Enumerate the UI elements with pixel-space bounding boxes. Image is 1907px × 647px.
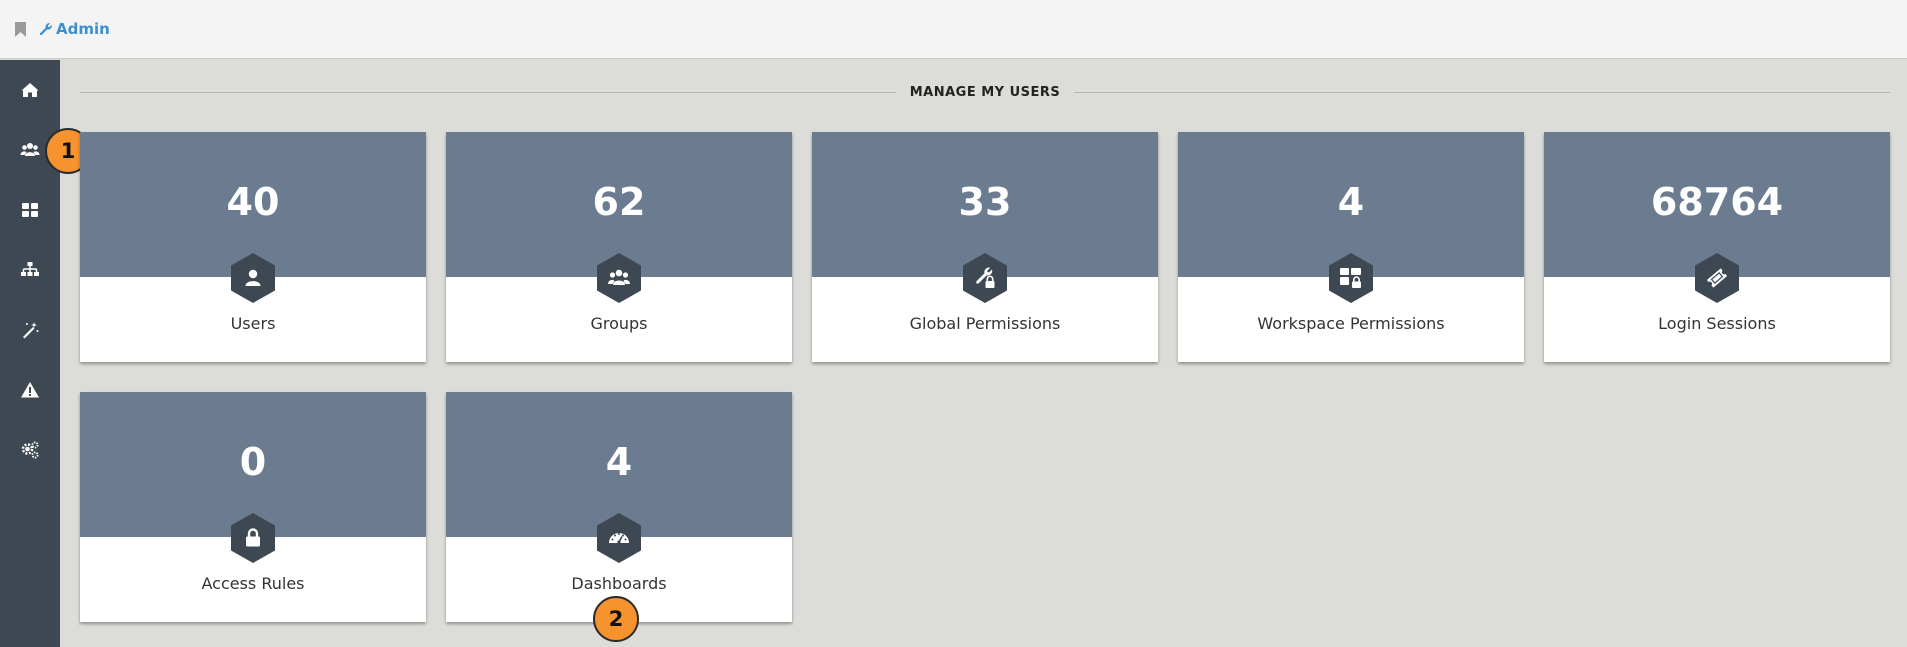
card-count: 4	[1337, 180, 1365, 224]
wrench-icon	[39, 23, 52, 36]
card-label: Groups	[590, 314, 648, 333]
card-count: 68764	[1650, 180, 1784, 224]
card-label: Access Rules	[201, 574, 305, 593]
grid-lock-icon	[1340, 268, 1361, 288]
ticket-icon	[1706, 268, 1728, 288]
breadcrumb-admin[interactable]: Admin	[39, 20, 110, 38]
sitemap-icon	[21, 262, 39, 276]
card-count: 0	[239, 440, 267, 484]
section-header: MANAGE MY USERS	[80, 80, 1891, 104]
users-icon	[20, 143, 40, 156]
card-label: Workspace Permissions	[1257, 314, 1445, 333]
card-icon-badge	[229, 252, 277, 304]
card-icon-badge	[1693, 252, 1741, 304]
cogs-icon	[21, 441, 39, 459]
warning-icon	[21, 382, 39, 398]
divider-right	[1074, 91, 1891, 93]
sidebar-item-dashboards[interactable]	[0, 190, 60, 230]
lock-icon	[246, 528, 260, 547]
card-label: Global Permissions	[909, 314, 1061, 333]
sidebar-item-hierarchy[interactable]	[0, 250, 60, 290]
card-icon-badge	[1327, 252, 1375, 304]
dashboard-icon	[609, 533, 629, 544]
card-count: 62	[592, 180, 646, 224]
sidebar-item-settings[interactable]	[0, 430, 60, 470]
home-icon	[21, 83, 39, 97]
card-icon-badge	[961, 252, 1009, 304]
user-icon	[245, 269, 261, 286]
grid-icon	[22, 203, 38, 217]
card-dashboards[interactable]: 4 Dashboards	[446, 392, 792, 622]
card-count: 33	[958, 180, 1012, 224]
callout-marker-2: 2	[593, 596, 639, 642]
card-icon-badge	[595, 252, 643, 304]
card-icon-badge	[595, 512, 643, 564]
card-label: Login Sessions	[1658, 314, 1776, 333]
card-count: 40	[226, 180, 280, 224]
card-workspace-permissions[interactable]: 4 Workspace Permissions	[1178, 132, 1524, 362]
top-bar: Admin	[0, 0, 1907, 59]
sidebar-item-home[interactable]	[0, 70, 60, 110]
bookmark-icon[interactable]	[14, 22, 26, 37]
breadcrumb-label: Admin	[56, 20, 110, 38]
card-users[interactable]: 40 Users	[80, 132, 426, 362]
card-access-rules[interactable]: 0 Access Rules	[80, 392, 426, 622]
sidebar-item-wizard[interactable]	[0, 310, 60, 350]
card-icon-badge	[229, 512, 277, 564]
card-login-sessions[interactable]: 68764 Login Sessions	[1544, 132, 1890, 362]
wrench-lock-icon	[976, 267, 995, 288]
sidebar-item-alerts[interactable]	[0, 370, 60, 410]
card-groups[interactable]: 62 Groups	[446, 132, 792, 362]
card-global-permissions[interactable]: 33 Global Permissions	[812, 132, 1158, 362]
card-count: 4	[605, 440, 633, 484]
card-label: Users	[230, 314, 276, 333]
card-label: Dashboards	[571, 574, 667, 593]
section-title: MANAGE MY USERS	[909, 84, 1061, 100]
users-icon	[608, 269, 630, 285]
magic-wand-icon	[23, 322, 39, 339]
divider-left	[80, 91, 896, 93]
